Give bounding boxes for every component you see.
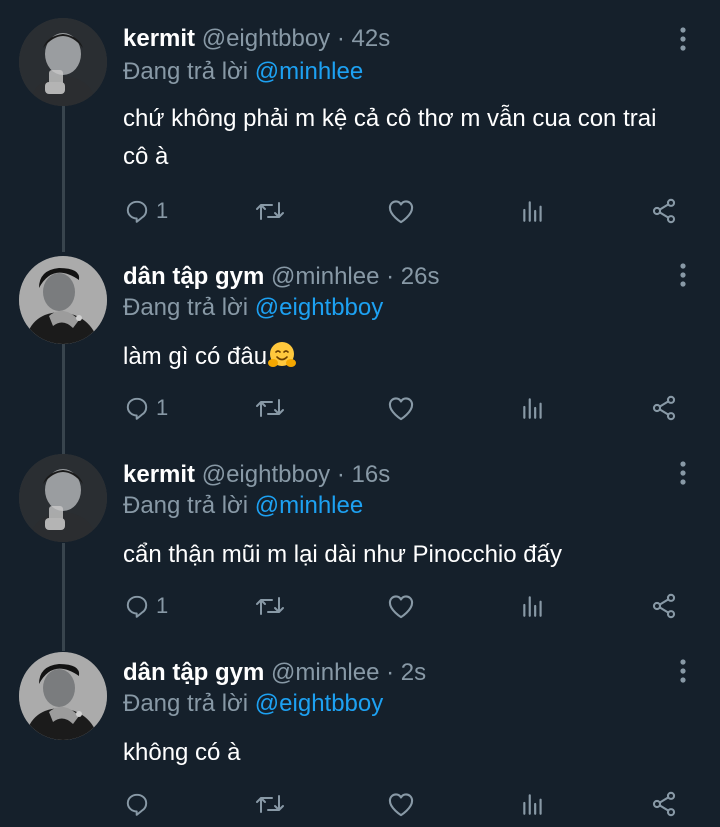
- tweet-header: kermit @eightbboy · 16s: [123, 458, 390, 492]
- avatar[interactable]: [19, 256, 107, 344]
- tweet-header: dân tập gym @minhlee · 26s: [123, 260, 440, 294]
- reply-icon: [124, 395, 150, 421]
- username[interactable]: @minhlee: [271, 659, 379, 686]
- reply-count: 1: [156, 593, 169, 618]
- mention-link[interactable]: @minhlee: [255, 492, 363, 519]
- share-icon: [650, 592, 678, 620]
- tweet-text: cẩn thận mũi m lại dài như Pinocchio đấy: [123, 541, 562, 568]
- hugging-face-emoji: [267, 340, 297, 370]
- retweet-icon: [255, 395, 285, 421]
- display-name[interactable]: dân tập gym: [123, 659, 264, 686]
- like-button[interactable]: [387, 786, 415, 822]
- analytics-icon: [520, 395, 546, 421]
- retweet-icon: [255, 593, 285, 619]
- retweet-button[interactable]: [255, 786, 285, 822]
- avatar[interactable]: [19, 18, 107, 106]
- reply-icon: [124, 593, 150, 619]
- analytics-icon: [520, 593, 546, 619]
- reply-button[interactable]: [124, 786, 156, 822]
- reply-count: 1: [156, 198, 169, 223]
- tweet[interactable]: kermit @eightbboy · 16s Đang trả lời @mi…: [0, 450, 720, 646]
- retweet-button[interactable]: [255, 588, 285, 624]
- avatar[interactable]: [19, 454, 107, 542]
- display-name[interactable]: kermit: [123, 461, 195, 488]
- action-bar: 1: [0, 390, 720, 426]
- analytics-button[interactable]: [520, 588, 546, 624]
- mention-link[interactable]: @eightbboy: [255, 690, 383, 717]
- reply-thread: kermit @eightbboy · 42s Đang trả lời @mi…: [0, 0, 720, 827]
- analytics-icon: [520, 791, 546, 817]
- tweet-header: kermit @eightbboy · 42s: [123, 22, 390, 56]
- replying-to-label: Đang trả lời: [123, 58, 249, 85]
- replying-to: Đang trả lời @minhlee: [123, 56, 363, 88]
- more-options-icon[interactable]: [672, 262, 694, 288]
- tweet[interactable]: kermit @eightbboy · 42s Đang trả lời @mi…: [0, 0, 720, 240]
- mention-link[interactable]: @minhlee: [255, 58, 363, 85]
- replying-to-label: Đang trả lời: [123, 492, 249, 519]
- display-name[interactable]: dân tập gym: [123, 263, 264, 290]
- share-button[interactable]: [650, 193, 678, 229]
- tweet-text: không có à: [123, 739, 241, 766]
- username[interactable]: @minhlee: [271, 263, 379, 290]
- share-icon: [650, 394, 678, 422]
- retweet-button[interactable]: [255, 390, 285, 426]
- replying-to: Đang trả lời @eightbboy: [123, 292, 383, 324]
- timestamp[interactable]: 42s: [352, 25, 391, 52]
- reply-button[interactable]: 1: [124, 390, 168, 426]
- display-name[interactable]: kermit: [123, 25, 195, 52]
- timestamp[interactable]: 26s: [401, 263, 440, 290]
- tweet-text: làm gì có đâu: [123, 343, 268, 370]
- retweet-button[interactable]: [255, 193, 285, 229]
- tweet[interactable]: dân tập gym @minhlee · 2s Đang trả lời @…: [0, 648, 720, 827]
- mention-link[interactable]: @eightbboy: [255, 294, 383, 321]
- retweet-icon: [255, 198, 285, 224]
- action-bar: [0, 786, 720, 822]
- tweet-header: dân tập gym @minhlee · 2s: [123, 656, 426, 690]
- like-button[interactable]: [387, 390, 415, 426]
- reply-button[interactable]: 1: [124, 193, 168, 229]
- separator: ·: [336, 461, 345, 488]
- replying-to-label: Đang trả lời: [123, 294, 249, 321]
- like-icon: [387, 198, 415, 224]
- replying-to: Đang trả lời @eightbboy: [123, 688, 383, 720]
- avatar[interactable]: [19, 652, 107, 740]
- analytics-button[interactable]: [520, 786, 546, 822]
- analytics-button[interactable]: [520, 193, 546, 229]
- timestamp[interactable]: 2s: [401, 659, 426, 686]
- analytics-icon: [520, 198, 546, 224]
- username[interactable]: @eightbboy: [202, 461, 330, 488]
- tweet-text: chứ không phải m kệ cả cô thơ m vẫn cua …: [123, 105, 657, 170]
- more-options-icon[interactable]: [672, 460, 694, 486]
- separator: ·: [386, 263, 395, 290]
- reply-icon: [124, 791, 150, 817]
- share-button[interactable]: [650, 390, 678, 426]
- username[interactable]: @eightbboy: [202, 25, 330, 52]
- reply-button[interactable]: 1: [124, 588, 168, 624]
- action-bar: 1: [0, 193, 720, 229]
- share-button[interactable]: [650, 588, 678, 624]
- more-options-icon[interactable]: [672, 26, 694, 52]
- action-bar: 1: [0, 588, 720, 624]
- share-button[interactable]: [650, 786, 678, 822]
- timestamp[interactable]: 16s: [352, 461, 391, 488]
- reply-icon: [124, 198, 150, 224]
- like-button[interactable]: [387, 588, 415, 624]
- more-options-icon[interactable]: [672, 658, 694, 684]
- analytics-button[interactable]: [520, 390, 546, 426]
- tweet[interactable]: dân tập gym @minhlee · 26s Đang trả lời …: [0, 252, 720, 448]
- separator: ·: [336, 25, 345, 52]
- retweet-icon: [255, 791, 285, 817]
- share-icon: [650, 790, 678, 818]
- reply-count: 1: [156, 395, 169, 420]
- share-icon: [650, 197, 678, 225]
- like-button[interactable]: [387, 193, 415, 229]
- separator: ·: [386, 659, 395, 686]
- tweet-text-wrap: làm gì có đâu: [123, 338, 683, 376]
- replying-to-label: Đang trả lời: [123, 690, 249, 717]
- replying-to: Đang trả lời @minhlee: [123, 490, 363, 522]
- like-icon: [387, 395, 415, 421]
- like-icon: [387, 593, 415, 619]
- like-icon: [387, 791, 415, 817]
